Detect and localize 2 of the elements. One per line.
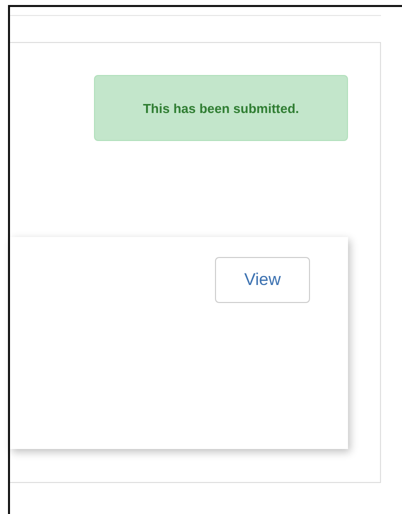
view-button[interactable]: View [215, 257, 310, 303]
success-alert: This has been submitted. [94, 75, 348, 141]
